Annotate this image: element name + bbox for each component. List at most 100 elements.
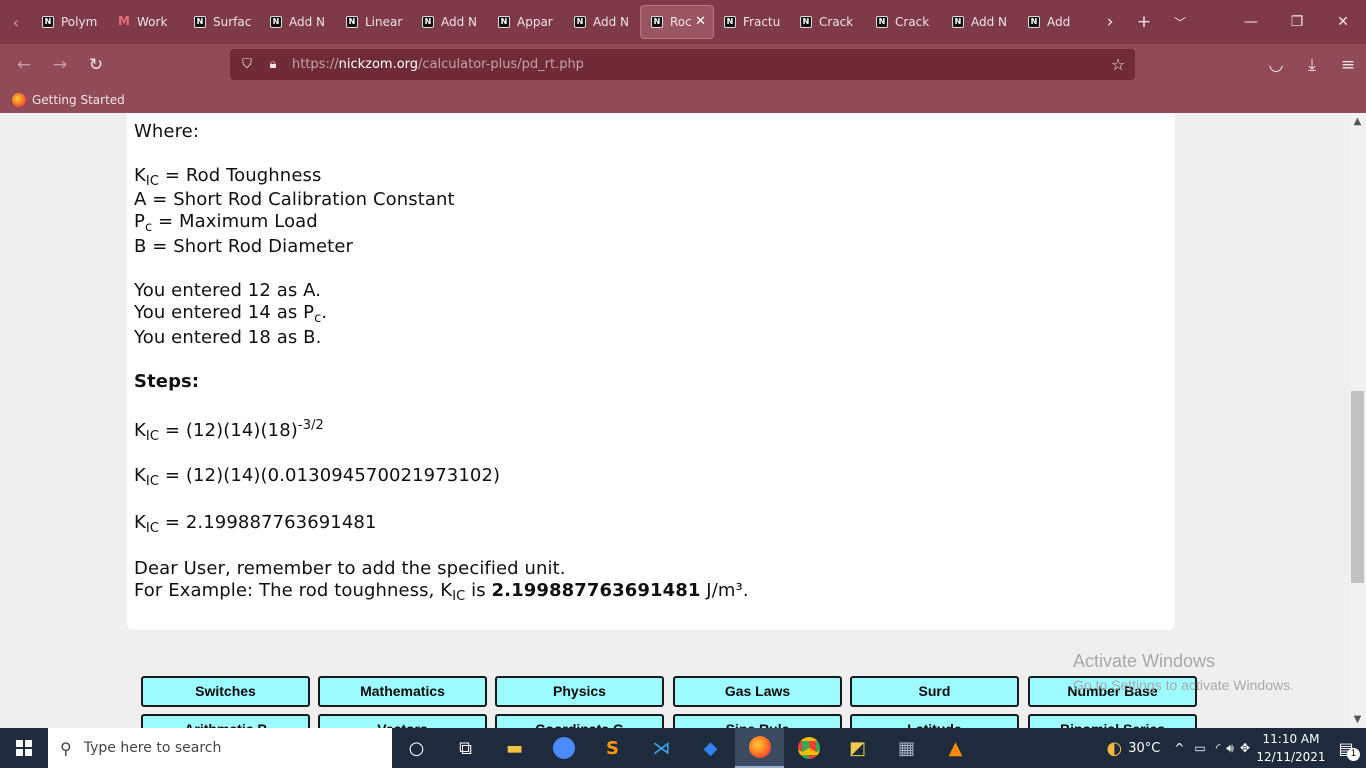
search-icon: ⚲ bbox=[60, 738, 72, 758]
navigation-toolbar: ← → ↻ ⛉ 🔒︎ https://nickzom.org/calculato… bbox=[0, 44, 1366, 86]
downloads-icon[interactable]: ⤓ bbox=[1294, 49, 1330, 81]
url-text[interactable]: https://nickzom.org/calculator-plus/pd_r… bbox=[292, 57, 584, 72]
step-3: KIC = 2.199887763691481 bbox=[134, 512, 377, 536]
bookmarks-toolbar: Getting Started bbox=[0, 86, 1366, 113]
tab-label: Work bbox=[137, 15, 168, 29]
tab-10[interactable]: N Crack bbox=[790, 5, 866, 39]
tab-8[interactable]: N Roc ✕ bbox=[640, 5, 714, 39]
python-icon[interactable]: ◩ bbox=[833, 728, 882, 768]
tab-strip: ‹ N Polym M Work N Surfac N Add N N Linear N Add NN… bbox=[0, 0, 1366, 44]
tab-label: Linear bbox=[365, 15, 403, 29]
where-label: Where: bbox=[134, 121, 200, 142]
weather-temp[interactable]: 30°C bbox=[1128, 741, 1160, 756]
scroll-tabs-right-icon[interactable]: › bbox=[1094, 0, 1126, 44]
category-button[interactable]: Binomial Series bbox=[1028, 714, 1197, 728]
tracking-shield-icon[interactable]: ⛉ bbox=[234, 49, 260, 80]
vscode-icon[interactable]: ⋊ bbox=[637, 728, 686, 768]
reload-button[interactable]: ↻ bbox=[78, 49, 114, 81]
close-window-button[interactable]: ✕ bbox=[1320, 0, 1366, 44]
tab-11[interactable]: N Crack bbox=[866, 5, 942, 39]
scroll-tabs-left-icon[interactable]: ‹ bbox=[0, 0, 32, 44]
calculator-icon[interactable]: ▦ bbox=[882, 728, 931, 768]
vlc-icon[interactable]: ▲ bbox=[931, 728, 980, 768]
notification-center-icon[interactable]: ▤ 1 bbox=[1326, 728, 1366, 768]
category-button[interactable]: Physics bbox=[495, 676, 664, 707]
menu-hamburger-icon[interactable]: ≡ bbox=[1330, 49, 1366, 81]
firefox-icon bbox=[12, 92, 26, 107]
lock-icon[interactable]: 🔒︎ bbox=[260, 49, 286, 80]
bookmark-getting-started[interactable]: Getting Started bbox=[32, 93, 125, 107]
cortana-icon[interactable]: ○ bbox=[392, 728, 441, 768]
pocket-icon[interactable]: ◡ bbox=[1258, 49, 1294, 81]
category-button[interactable]: Coordinate G bbox=[495, 714, 664, 728]
scrollbar-thumb[interactable] bbox=[1351, 391, 1364, 583]
tab-6[interactable]: N Appar bbox=[488, 5, 564, 39]
tab-label: Add N bbox=[289, 15, 326, 29]
entered-a: You entered 12 as A. bbox=[134, 280, 322, 301]
tab-13[interactable]: N Add bbox=[1018, 5, 1094, 39]
tab-4[interactable]: N Linear bbox=[336, 5, 412, 39]
scroll-up-icon[interactable]: ▲ bbox=[1349, 113, 1366, 130]
tab-5[interactable]: N Add N bbox=[412, 5, 488, 39]
zoom-icon[interactable] bbox=[539, 728, 588, 768]
nickzom-icon: N bbox=[42, 16, 54, 28]
dropbox-icon[interactable]: ◆ bbox=[686, 728, 735, 768]
page-content: Where: KIC = Rod Toughness A = Short Rod… bbox=[0, 113, 1349, 728]
nickzom-icon: N bbox=[422, 16, 434, 28]
tab-0[interactable]: N Polym bbox=[32, 5, 108, 39]
tab-label: Crack bbox=[895, 15, 930, 29]
restore-button[interactable]: ❐ bbox=[1274, 0, 1320, 44]
scroll-down-icon[interactable]: ▼ bbox=[1349, 711, 1366, 728]
example-text: For Example: The rod toughness, KIC is 2… bbox=[134, 580, 749, 604]
tab-1[interactable]: M Work bbox=[108, 5, 184, 39]
system-tray: ◐ 30°C ^ ▭ ◜ 🔊︎ ✥ 11:10 AM 12/11/2021 ▤ … bbox=[1106, 728, 1366, 768]
close-tab-icon[interactable]: ✕ bbox=[695, 14, 706, 29]
file-explorer-icon[interactable]: ▬ bbox=[490, 728, 539, 768]
activate-windows-title: Activate Windows bbox=[1073, 651, 1216, 671]
sublime-text-icon[interactable]: S bbox=[588, 728, 637, 768]
steps-label: Steps: bbox=[134, 371, 200, 392]
category-button[interactable]: Sine Rule bbox=[673, 714, 842, 728]
firefox-taskbar-icon[interactable] bbox=[735, 728, 784, 768]
category-button[interactable]: Vectors bbox=[318, 714, 487, 728]
category-button[interactable]: Surd bbox=[850, 676, 1019, 707]
tab-label: Polym bbox=[61, 15, 98, 29]
weather-icon[interactable]: ◐ bbox=[1106, 738, 1122, 759]
volume-icon[interactable]: 🔊︎ bbox=[1226, 741, 1234, 756]
tab-label: Roc bbox=[670, 15, 692, 29]
category-button[interactable]: Arithmetic P bbox=[141, 714, 310, 728]
definition-a: A = Short Rod Calibration Constant bbox=[134, 189, 455, 210]
step-1: KIC = (12)(14)(18)-3/2 bbox=[134, 418, 324, 444]
clock[interactable]: 11:10 AM 12/11/2021 bbox=[1256, 730, 1326, 766]
task-view-icon[interactable]: ⧉ bbox=[441, 728, 490, 768]
tab-12[interactable]: N Add N bbox=[942, 5, 1018, 39]
tab-2[interactable]: N Surfac bbox=[184, 5, 260, 39]
address-bar[interactable]: ⛉ 🔒︎ https://nickzom.org/calculator-plus… bbox=[230, 49, 1135, 80]
page-scrollbar[interactable]: ▲ ▼ bbox=[1349, 113, 1366, 728]
forward-button[interactable]: → bbox=[42, 49, 78, 81]
category-button[interactable]: Gas Laws bbox=[673, 676, 842, 707]
chrome-icon[interactable] bbox=[784, 728, 833, 768]
tab-7[interactable]: N Add N bbox=[564, 5, 640, 39]
tray-overflow-chevron-icon[interactable]: ^ bbox=[1174, 741, 1184, 755]
nickzom-icon: N bbox=[270, 16, 282, 28]
minimize-button[interactable]: — bbox=[1228, 0, 1274, 44]
tab-9[interactable]: N Fractu bbox=[714, 5, 790, 39]
dropbox-tray-icon[interactable]: ✥ bbox=[1240, 741, 1250, 755]
nickzom-icon: N bbox=[724, 16, 736, 28]
tab-label: Add N bbox=[441, 15, 478, 29]
nickzom-icon: N bbox=[651, 16, 663, 28]
tab-3[interactable]: N Add N bbox=[260, 5, 336, 39]
network-icon[interactable]: ▭ bbox=[1194, 741, 1205, 755]
bookmark-star-icon[interactable]: ☆ bbox=[1105, 49, 1131, 80]
category-button[interactable]: Switches bbox=[141, 676, 310, 707]
wifi-icon[interactable]: ◜ bbox=[1216, 741, 1221, 755]
category-button[interactable]: Mathematics bbox=[318, 676, 487, 707]
taskbar-search-box[interactable]: ⚲ Type here to search bbox=[48, 728, 392, 768]
category-button[interactable]: Latitude bbox=[850, 714, 1019, 728]
list-tabs-chevron-icon[interactable]: ﹀ bbox=[1162, 0, 1198, 44]
new-tab-button[interactable]: + bbox=[1126, 0, 1162, 44]
back-button[interactable]: ← bbox=[6, 49, 42, 81]
start-button[interactable] bbox=[0, 728, 48, 768]
tab-label: Crack bbox=[819, 15, 854, 29]
